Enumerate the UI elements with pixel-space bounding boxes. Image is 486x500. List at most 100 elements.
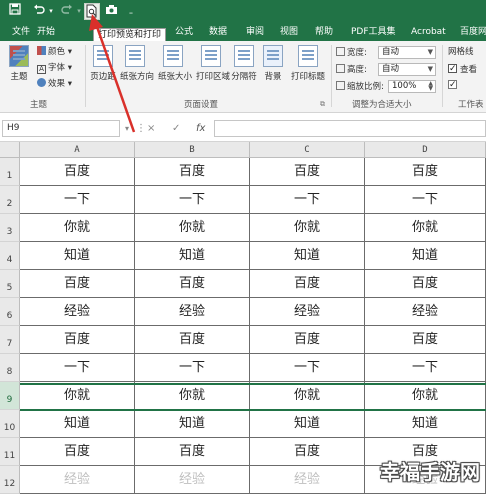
table-cell[interactable]: 经验	[135, 466, 250, 494]
table-cell[interactable]: 一下	[20, 186, 135, 214]
table-cell[interactable]: 百度	[250, 326, 365, 354]
table-cell[interactable]: 经验	[365, 298, 486, 326]
column-header-a[interactable]: A	[20, 142, 135, 158]
table-cell[interactable]: 知道	[135, 242, 250, 270]
table-cell[interactable]: 百度	[365, 326, 486, 354]
table-cell[interactable]: 知道	[135, 410, 250, 438]
table-cell[interactable]: 百度	[20, 158, 135, 186]
table-cell[interactable]: 经验	[250, 466, 365, 494]
table-cell[interactable]: 百度	[20, 326, 135, 354]
table-cell[interactable]: 知道	[365, 410, 486, 438]
table-cell[interactable]: 经验	[20, 298, 135, 326]
tab-data[interactable]: 数据	[209, 23, 227, 41]
row-header[interactable]: 5	[0, 270, 20, 298]
effects-button[interactable]: 效果 ▾	[37, 77, 72, 91]
name-box[interactable]: H9	[2, 120, 120, 137]
column-header-c[interactable]: C	[250, 142, 365, 158]
column-header-b[interactable]: B	[135, 142, 250, 158]
scale-spinner[interactable]: 100% ▲ ▼	[388, 80, 436, 93]
undo-icon[interactable]	[32, 3, 46, 20]
tab-home[interactable]: 开始	[37, 23, 55, 41]
name-box-dropdown-icon[interactable]: ▾	[125, 120, 129, 137]
table-cell[interactable]: 你就	[365, 382, 486, 410]
breaks-button[interactable]: 分隔符	[229, 45, 259, 82]
row-header[interactable]: 2	[0, 186, 20, 214]
undo-dropdown-icon[interactable]: ▾	[47, 3, 55, 20]
row-header[interactable]: 4	[0, 242, 20, 270]
themes-button[interactable]: 主题	[4, 45, 34, 82]
table-cell[interactable]: 百度	[135, 158, 250, 186]
size-button[interactable]: 纸张大小	[158, 45, 192, 82]
insert-function-icon[interactable]: fx	[196, 120, 205, 137]
table-cell[interactable]: 百度	[365, 270, 486, 298]
save-icon[interactable]	[8, 3, 22, 20]
redo-icon[interactable]	[60, 3, 74, 20]
row-header[interactable]: 9	[0, 382, 20, 410]
table-cell[interactable]: 百度	[20, 438, 135, 466]
row-header[interactable]: 12	[0, 466, 20, 494]
row-header[interactable]: 10	[0, 410, 20, 438]
table-cell[interactable]: 经验	[250, 298, 365, 326]
table-cell[interactable]: 知道	[20, 410, 135, 438]
tab-formulas[interactable]: 公式	[175, 23, 193, 41]
table-cell[interactable]: 一下	[365, 354, 486, 382]
table-cell[interactable]: 百度	[135, 270, 250, 298]
width-select[interactable]: 自动 ▼	[378, 46, 436, 59]
row-header[interactable]: 1	[0, 158, 20, 186]
tab-help[interactable]: 帮助	[315, 23, 333, 41]
row-header[interactable]: 3	[0, 214, 20, 242]
table-cell[interactable]: 一下	[20, 354, 135, 382]
tab-file[interactable]: 文件	[12, 23, 30, 41]
tab-view[interactable]: 视图	[280, 23, 298, 41]
tab-acrobat[interactable]: Acrobat	[411, 23, 446, 41]
camera-icon[interactable]	[104, 3, 118, 20]
table-cell[interactable]: 你就	[20, 214, 135, 242]
table-cell[interactable]: 知道	[365, 242, 486, 270]
table-cell[interactable]: 一下	[135, 354, 250, 382]
select-all-corner[interactable]	[0, 142, 20, 158]
table-cell[interactable]: 一下	[365, 186, 486, 214]
table-cell[interactable]: 你就	[250, 214, 365, 242]
tab-pdf-tools[interactable]: PDF工具集	[351, 23, 396, 41]
row-header[interactable]: 11	[0, 438, 20, 466]
table-cell[interactable]: 你就	[135, 382, 250, 410]
row-header[interactable]: 8	[0, 354, 20, 382]
orientation-button[interactable]: 纸张方向	[120, 45, 154, 82]
row-header[interactable]: 6	[0, 298, 20, 326]
customize-icon[interactable]: ₌	[126, 3, 136, 20]
table-cell[interactable]: 知道	[250, 242, 365, 270]
table-cell[interactable]: 知道	[20, 242, 135, 270]
table-cell[interactable]: 百度	[20, 270, 135, 298]
table-cell[interactable]: 一下	[250, 186, 365, 214]
redo-dropdown-icon[interactable]: ▾	[75, 3, 83, 20]
table-cell[interactable]: 你就	[250, 382, 365, 410]
print-area-button[interactable]: 打印区域	[196, 45, 230, 82]
tab-review[interactable]: 审阅	[246, 23, 264, 41]
table-cell[interactable]: 经验	[135, 298, 250, 326]
column-header-d[interactable]: D	[365, 142, 486, 158]
table-cell[interactable]: 百度	[365, 158, 486, 186]
print-titles-button[interactable]: 打印标题	[289, 45, 327, 82]
cancel-icon[interactable]: ×	[147, 120, 155, 137]
table-cell[interactable]: 经验	[20, 466, 135, 494]
formula-input[interactable]	[214, 120, 486, 137]
enter-icon[interactable]: ✓	[172, 120, 180, 137]
table-cell[interactable]: 你就	[20, 382, 135, 410]
table-cell[interactable]: 百度	[250, 158, 365, 186]
tab-baidu[interactable]: 百度网	[460, 23, 486, 41]
gridlines-view-checkbox[interactable]: 查看	[448, 62, 477, 77]
table-cell[interactable]: 百度	[135, 326, 250, 354]
height-select[interactable]: 自动 ▼	[378, 63, 436, 76]
margins-button[interactable]: 页边距	[88, 45, 118, 82]
table-cell[interactable]: 你就	[365, 214, 486, 242]
table-cell[interactable]: 百度	[250, 270, 365, 298]
fonts-button[interactable]: A 字体 ▾	[37, 61, 72, 75]
background-button[interactable]: 背景	[258, 45, 288, 82]
print-preview-icon[interactable]	[84, 3, 100, 20]
colors-button[interactable]: 颜色 ▾	[37, 45, 72, 59]
table-cell[interactable]: 百度	[135, 438, 250, 466]
table-cell[interactable]: 知道	[250, 410, 365, 438]
table-cell[interactable]: 一下	[135, 186, 250, 214]
table-cell[interactable]: 一下	[250, 354, 365, 382]
page-setup-launcher-icon[interactable]: ⧉	[320, 97, 325, 111]
